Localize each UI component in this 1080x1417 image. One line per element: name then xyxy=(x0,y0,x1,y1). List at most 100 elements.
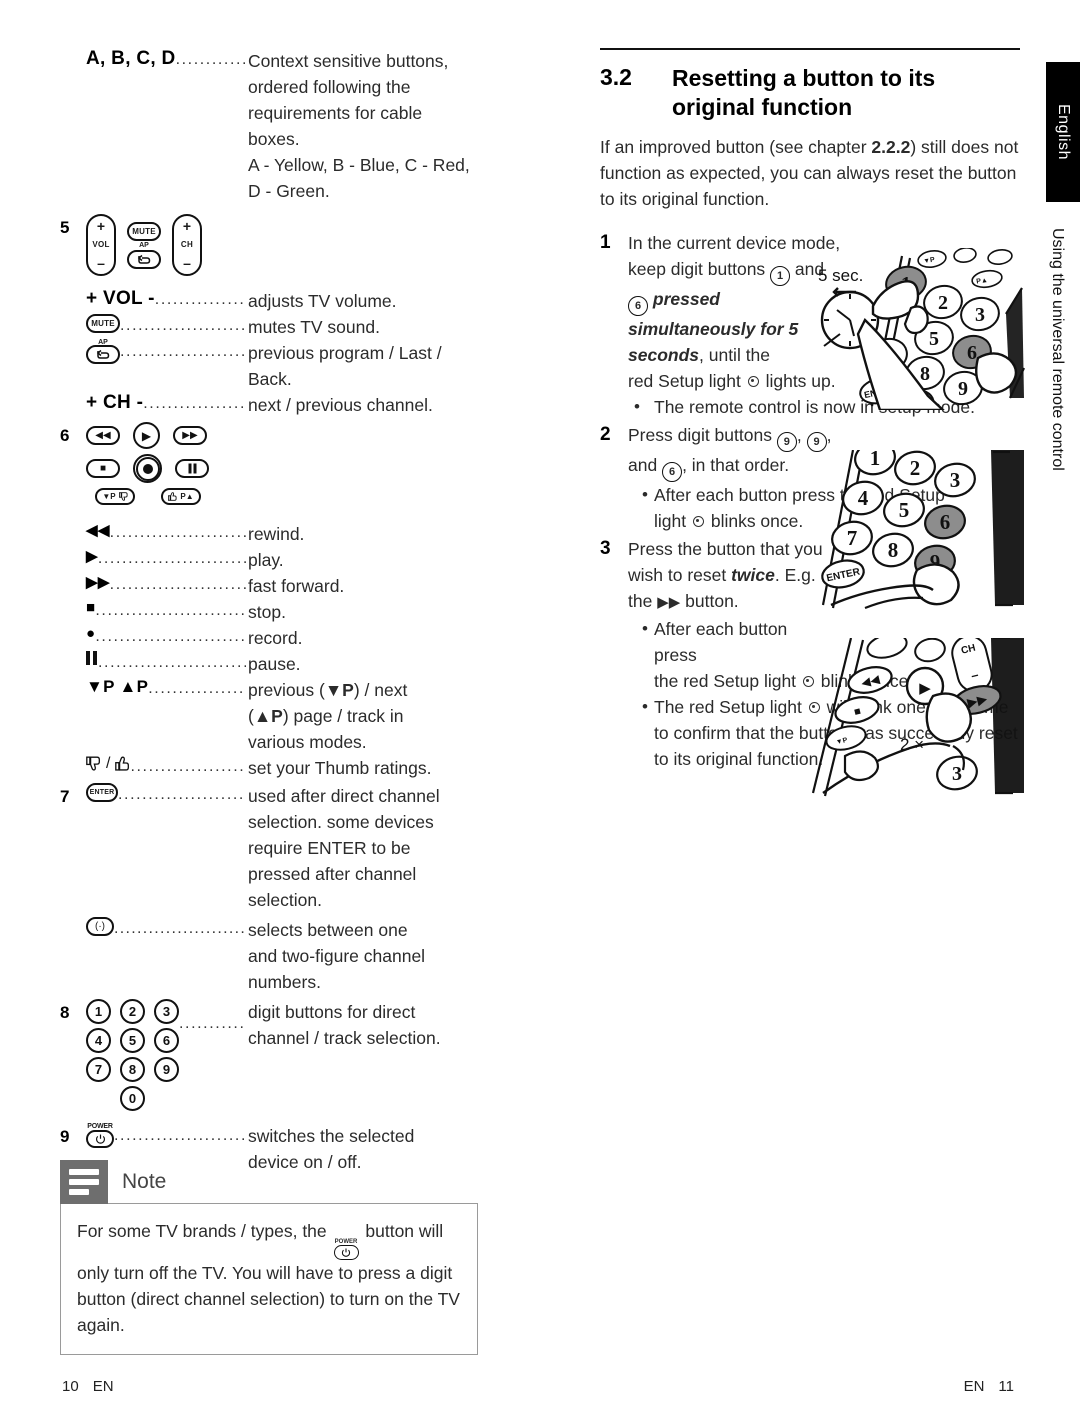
note-body: For some TV brands / types, the POWER bu… xyxy=(60,1203,478,1355)
rewind-button[interactable]: ◀◀ xyxy=(86,426,120,445)
setup-light-icon xyxy=(692,516,704,527)
pause-icon xyxy=(188,463,196,474)
note-header: Note xyxy=(60,1160,478,1204)
power-icon xyxy=(95,1134,105,1144)
section-number: 3.2 xyxy=(600,64,632,90)
prev-page-thumbdown-button[interactable]: ▼P xyxy=(95,488,135,505)
thumb-down-icon xyxy=(86,756,100,771)
entry-number: 7 xyxy=(60,787,70,806)
enter-button[interactable]: ENTER xyxy=(86,783,118,802)
digit-6-inline: 6 xyxy=(662,462,683,482)
bullet-marker: • xyxy=(634,397,640,416)
ch-rocker[interactable]: + CH – xyxy=(172,214,202,276)
step-number: 1 xyxy=(600,232,611,253)
svg-text:7: 7 xyxy=(847,526,858,550)
entry-description: mutes TV sound. xyxy=(248,317,380,337)
digit-4-button[interactable]: 4 xyxy=(86,1028,111,1053)
chapter-reference: 2.2.2 xyxy=(871,137,911,157)
svg-text:1: 1 xyxy=(870,450,881,470)
entry-rewind: ◀◀ ................................ rewi… xyxy=(60,521,540,547)
digit-7-button[interactable]: 7 xyxy=(86,1057,111,1082)
entry-term: A, B, C, D .................. xyxy=(86,48,246,72)
power-button[interactable]: POWER xyxy=(86,1123,114,1148)
svg-text:▶: ▶ xyxy=(919,680,931,697)
stop-glyph: ■ xyxy=(86,599,96,616)
svg-text:2: 2 xyxy=(910,456,921,480)
section-title: Resetting a button to its original functi… xyxy=(672,65,936,120)
back-button[interactable] xyxy=(127,249,161,269)
digit-toggle-button[interactable]: (·) xyxy=(86,917,114,936)
pause-glyph xyxy=(86,651,97,665)
entry-description: previous (▼P) / next (▲P) page / track in… xyxy=(248,680,408,752)
entry-description: previous program / Last / Back. xyxy=(248,343,442,389)
illustration-step-2: 1 2 3 4 5 6 7 8 9 ENTER xyxy=(805,440,1025,610)
entry-description: pause. xyxy=(248,654,301,674)
ch-plus: + xyxy=(182,218,192,234)
mute-button[interactable]: MUTE xyxy=(86,314,120,333)
digit-2-button[interactable]: 2 xyxy=(120,999,145,1024)
setup-light-icon xyxy=(747,376,759,387)
entry-number: 8 xyxy=(60,1003,70,1022)
illustration-step-1: 5 sec. ▼P P▲ 1 2 3 5 6 7 xyxy=(810,247,1025,422)
dot-leader: .......................... xyxy=(114,920,246,937)
digit-1-button[interactable]: 1 xyxy=(86,999,111,1024)
entry-thumbs: / ....................... set your Thumb… xyxy=(60,755,540,781)
header-rule xyxy=(600,48,1020,50)
svg-text:3: 3 xyxy=(950,468,961,492)
page-number-right: 11 xyxy=(998,1378,1014,1395)
mute-back-group: MUTE AP xyxy=(127,221,161,269)
power-label: POWER xyxy=(87,1123,113,1130)
back-arrow-icon xyxy=(137,254,151,264)
record-button[interactable] xyxy=(133,454,162,483)
digit-0-button[interactable]: 0 xyxy=(120,1086,145,1111)
entry-number: 6 xyxy=(60,426,70,445)
entry-6-transport: 6 ◀◀ ▶ ▶▶ ■ ▼P P▲ xyxy=(60,422,540,505)
keypad-row: 4 5 6 xyxy=(86,1028,179,1053)
entry-vol: + VOL - ...................... adjusts T… xyxy=(60,288,540,314)
play-button[interactable]: ▶ xyxy=(133,422,160,449)
entry-stop: ■ ................................. stop… xyxy=(60,599,540,625)
entry-description: play. xyxy=(248,550,284,570)
power-glyph xyxy=(333,1245,359,1260)
svg-text:9: 9 xyxy=(958,378,968,400)
remote-hand-2x-diagram: CH – ◀◀ ■ ▼P ▶ ▶▶ 3 2 × xyxy=(811,633,1024,797)
vol-rocker[interactable]: + VOL – xyxy=(86,214,116,276)
svg-text:4: 4 xyxy=(858,486,869,510)
vol-mute-ch-cluster: + VOL – MUTE AP + CH – xyxy=(86,214,246,276)
svg-text:5: 5 xyxy=(899,498,910,522)
remote-hand-5sec-diagram: 5 sec. ▼P P▲ 1 2 3 5 6 7 xyxy=(818,247,1025,422)
digit-5-button[interactable]: 5 xyxy=(120,1028,145,1053)
stop-button[interactable]: ■ xyxy=(86,459,120,478)
back-button[interactable] xyxy=(86,345,120,364)
digit-9-button[interactable]: 9 xyxy=(154,1057,179,1082)
step-number: 2 xyxy=(600,424,611,445)
keypad-row: 0 xyxy=(86,1086,179,1111)
vol-plus: + xyxy=(96,218,106,234)
digit-6-button[interactable]: 6 xyxy=(154,1028,179,1053)
note-box: Note For some TV brands / types, the POW… xyxy=(60,1160,478,1355)
entry-7-enter: 7 ENTER ............................... … xyxy=(60,783,540,913)
digit-9-inline: 9 xyxy=(776,432,797,452)
term-label: + CH - xyxy=(86,392,144,413)
pause-button[interactable] xyxy=(175,459,209,478)
dot-leader: ............ xyxy=(179,1015,246,1032)
entry-description: set your Thumb ratings. xyxy=(248,758,432,778)
svg-text:2: 2 xyxy=(938,292,948,314)
step-number: 3 xyxy=(600,538,611,559)
digit-3-button[interactable]: 3 xyxy=(154,999,179,1024)
svg-text:8: 8 xyxy=(920,363,930,385)
digit-1-inline: 1 xyxy=(770,266,791,286)
record-glyph: ● xyxy=(86,625,96,642)
digit-8-button[interactable]: 8 xyxy=(120,1057,145,1082)
entry-description: Context sensitive buttons, ordered follow… xyxy=(248,51,470,201)
ch-label: CH xyxy=(180,240,194,249)
entry-description: record. xyxy=(248,628,303,648)
left-page-column: A, B, C, D .................. Context se… xyxy=(60,48,540,1175)
fast-forward-button[interactable]: ▶▶ xyxy=(173,426,207,445)
next-page-thumbup-button[interactable]: P▲ xyxy=(161,488,201,505)
thumb-down-icon xyxy=(118,492,128,501)
keypad-row: 7 8 9 xyxy=(86,1057,179,1082)
power-glyph xyxy=(86,1130,114,1148)
mute-button[interactable]: MUTE xyxy=(127,221,161,241)
vol-label: VOL xyxy=(92,240,110,249)
